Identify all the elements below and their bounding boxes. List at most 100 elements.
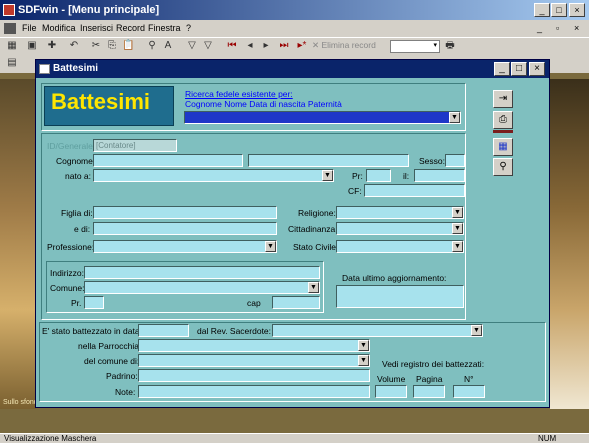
status-text: Visualizzazione Maschera [4, 434, 97, 443]
menu-finestra[interactable]: Finestra [148, 23, 181, 33]
form-icon[interactable]: ▤ [6, 57, 18, 69]
parrocchia-combo-arrow[interactable]: ▼ [358, 340, 369, 351]
professione-combo[interactable]: ▼ [93, 240, 277, 253]
search-combo-arrow[interactable]: ▼ [449, 112, 460, 123]
professione-label: Professione: [47, 242, 95, 252]
toolbar-combo[interactable]: ▾ [390, 40, 440, 53]
cap-field[interactable] [272, 296, 320, 309]
battesimo-data-field[interactable] [138, 324, 189, 337]
window-icon [39, 64, 50, 74]
replace-icon[interactable]: A [162, 40, 174, 52]
cittadinanza-combo-arrow[interactable]: ▼ [452, 223, 463, 234]
find-icon[interactable]: ⚲ [146, 40, 158, 52]
menu-modifica[interactable]: Modifica [42, 23, 76, 33]
parrocchia-combo[interactable]: ▼ [138, 339, 370, 352]
pr-field[interactable] [366, 169, 391, 182]
religione-combo[interactable]: ▼ [336, 206, 464, 219]
stato-civile-label: Stato Civile: [293, 242, 339, 252]
professione-combo-arrow[interactable]: ▼ [265, 241, 276, 252]
padre-field[interactable] [93, 206, 277, 219]
registro-label: Vedi registro dei battezzati: [382, 359, 485, 369]
search-link[interactable]: Ricerca fedele esistente per: [185, 89, 293, 99]
app-close-button[interactable]: × [569, 3, 585, 17]
status-num: NUM [538, 434, 557, 443]
menu-close[interactable]: × [574, 23, 579, 33]
new-record-icon[interactable]: ✚ [46, 40, 58, 52]
cognome-field[interactable] [93, 154, 243, 167]
search-combo[interactable]: ▼ [184, 111, 461, 124]
copy-icon[interactable]: ⎘ [106, 40, 118, 52]
pagina-label: Pagina [416, 374, 443, 384]
sesso-label: Sesso: [419, 156, 445, 166]
nato-label: nato a: [65, 171, 91, 181]
delete-record-button[interactable]: ✕ Elimina record [312, 40, 376, 51]
menu-inserisci[interactable]: Inserisci [80, 23, 113, 33]
toolbar: ▦ ▣ ✚ ↶ ✂ ⎘ 📋 ⚲ A ▽ ▽ ⏮ ◂ ▸ ⏭ ▸* ✕ Elimi… [0, 37, 589, 55]
sacerdote-combo[interactable]: ▼ [272, 324, 483, 337]
paste-icon[interactable]: 📋 [122, 40, 134, 52]
search-person-button[interactable]: ⚲ [493, 158, 513, 176]
nato-combo[interactable]: ▼ [93, 169, 334, 182]
e-di-label: e di: [74, 224, 91, 234]
cf-field[interactable] [364, 184, 465, 197]
cut-icon[interactable]: ✂ [90, 40, 102, 52]
print-form-button[interactable]: ⎙ [493, 111, 513, 129]
exit-button[interactable]: ⇥ [493, 90, 513, 108]
menu-help[interactable]: ? [186, 23, 191, 33]
comune-combo[interactable]: ▼ [84, 281, 320, 294]
nascita-date-field[interactable] [414, 169, 465, 182]
id-label: ID/Generale [47, 141, 93, 151]
menu-minimize[interactable]: _ [537, 23, 542, 33]
first-record-icon[interactable]: ⏮ [226, 40, 238, 52]
religione-label: Religione: [298, 208, 336, 218]
next-record-icon[interactable]: ▸ [260, 40, 272, 52]
view-icon[interactable]: ▦ [6, 40, 18, 52]
address-pr-field[interactable] [84, 296, 104, 309]
menubar-icon [4, 23, 16, 34]
save-icon[interactable]: ▣ [26, 40, 38, 52]
window-minimize-button[interactable]: _ [494, 62, 510, 76]
menu-file[interactable]: File [22, 23, 37, 33]
cf-label: CF: [348, 186, 362, 196]
numero-field[interactable] [453, 385, 485, 398]
menubar: File Modifica Inserisci Record Finestra … [0, 20, 589, 37]
background-right-panel [550, 79, 589, 409]
sesso-field[interactable] [445, 154, 465, 167]
new-row-icon[interactable]: ▸* [296, 40, 308, 52]
window-maximize-button[interactable]: □ [511, 62, 527, 76]
prev-record-icon[interactable]: ◂ [244, 40, 256, 52]
filter-icon[interactable]: ▽ [186, 40, 198, 52]
battesimo-comune-combo-arrow[interactable]: ▼ [358, 355, 369, 366]
nato-combo-arrow[interactable]: ▼ [322, 170, 333, 181]
app-icon [3, 4, 15, 16]
padrino-field[interactable] [138, 369, 370, 382]
app-title: SDFwin - [Menu principale] [18, 4, 160, 16]
volume-field[interactable] [375, 385, 407, 398]
print-icon[interactable]: 🖶 [444, 40, 456, 52]
undo-icon[interactable]: ↶ [68, 40, 80, 52]
indirizzo-label: Indirizzo: [50, 268, 85, 278]
banner: Battesimi [44, 86, 174, 126]
stato-civile-combo[interactable]: ▼ [336, 240, 464, 253]
sacerdote-combo-arrow[interactable]: ▼ [471, 325, 482, 336]
cittadinanza-combo[interactable]: ▼ [336, 222, 464, 235]
window-close-button[interactable]: × [529, 62, 545, 76]
pagina-field[interactable] [413, 385, 445, 398]
madre-field[interactable] [93, 222, 277, 235]
last-record-icon[interactable]: ⏭ [278, 40, 290, 52]
menu-record[interactable]: Record [116, 23, 145, 33]
parrocchia-label: nella Parrocchia: [78, 341, 142, 351]
religione-combo-arrow[interactable]: ▼ [452, 207, 463, 218]
app-minimize-button[interactable]: _ [534, 3, 550, 17]
remove-filter-icon[interactable]: ▽ [202, 40, 214, 52]
menu-restore[interactable]: ▫ [556, 23, 559, 33]
app-restore-button[interactable]: □ [551, 3, 567, 17]
battesimo-comune-combo[interactable]: ▼ [138, 354, 370, 367]
nome-field[interactable] [248, 154, 409, 167]
stato-civile-combo-arrow[interactable]: ▼ [452, 241, 463, 252]
calendar-button[interactable]: ▦ [493, 138, 513, 156]
note-field[interactable] [138, 385, 370, 398]
app-titlebar: SDFwin - [Menu principale] [0, 0, 589, 20]
indirizzo-field[interactable] [84, 266, 320, 279]
comune-combo-arrow[interactable]: ▼ [308, 282, 319, 293]
